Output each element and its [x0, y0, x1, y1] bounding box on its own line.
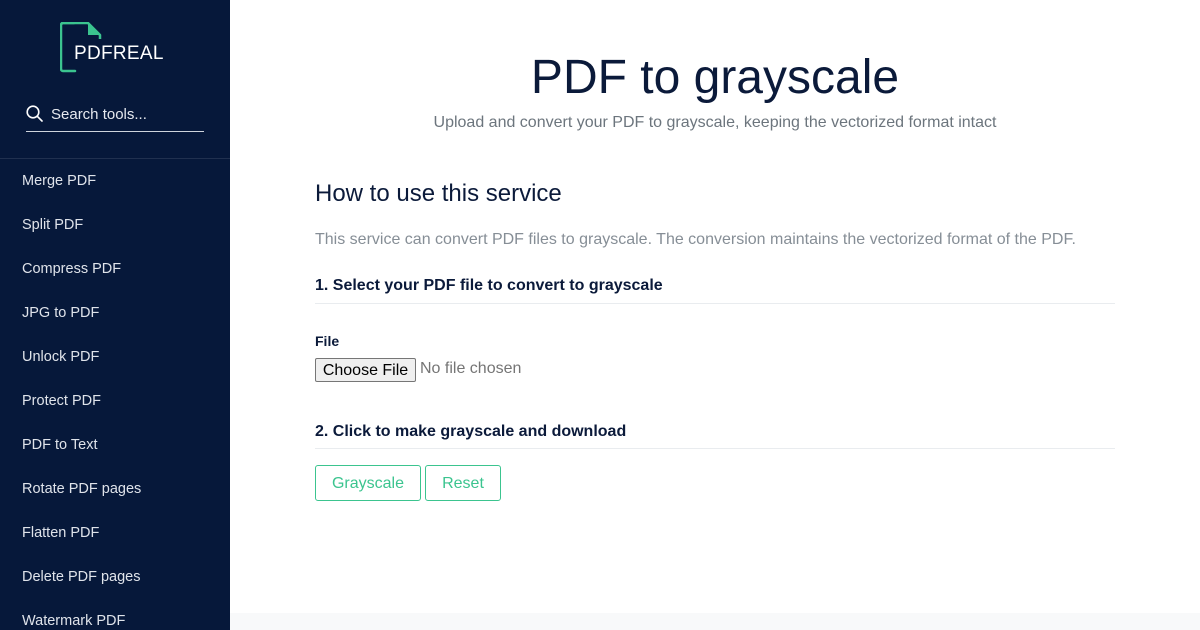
sidebar-item-split-pdf[interactable]: Split PDF [0, 203, 230, 247]
sidebar: PDFREAL Merge PDF Split PDF Compress PDF… [0, 0, 230, 630]
search-input[interactable] [51, 103, 201, 125]
sidebar-item-delete-pdf-pages[interactable]: Delete PDF pages [0, 555, 230, 599]
file-status: No file chosen [420, 360, 522, 377]
search-box [26, 103, 204, 132]
footer [230, 613, 1200, 630]
logo-text: PDFREAL [74, 43, 164, 64]
sidebar-nav: Merge PDF Split PDF Compress PDF JPG to … [0, 159, 230, 630]
sidebar-item-merge-pdf[interactable]: Merge PDF [0, 159, 230, 203]
sidebar-item-pdf-to-text[interactable]: PDF to Text [0, 423, 230, 467]
sidebar-item-watermark-pdf[interactable]: Watermark PDF [0, 599, 230, 630]
step2-heading: 2. Click to make grayscale and download [315, 423, 627, 440]
divider [315, 303, 1115, 304]
logo[interactable]: PDFREAL [60, 22, 180, 74]
main-content: PDF to grayscale Upload and convert your… [230, 0, 1200, 613]
choose-file-button[interactable]: Choose File [315, 358, 416, 382]
howto-heading: How to use this service [315, 180, 562, 207]
sidebar-item-unlock-pdf[interactable]: Unlock PDF [0, 335, 230, 379]
reset-button[interactable]: Reset [425, 465, 501, 501]
divider [315, 448, 1115, 449]
search-icon [26, 105, 43, 122]
sidebar-item-compress-pdf[interactable]: Compress PDF [0, 247, 230, 291]
page-subtitle: Upload and convert your PDF to grayscale… [433, 114, 997, 131]
step1-heading: 1. Select your PDF file to convert to gr… [315, 277, 663, 294]
grayscale-button[interactable]: Grayscale [315, 465, 421, 501]
sidebar-item-rotate-pdf-pages[interactable]: Rotate PDF pages [0, 467, 230, 511]
sidebar-item-protect-pdf[interactable]: Protect PDF [0, 379, 230, 423]
page-title: PDF to grayscale [530, 51, 900, 104]
sidebar-item-flatten-pdf[interactable]: Flatten PDF [0, 511, 230, 555]
service-description: This service can convert PDF files to gr… [315, 231, 1076, 248]
sidebar-item-jpg-to-pdf[interactable]: JPG to PDF [0, 291, 230, 335]
file-label: File [315, 333, 340, 349]
